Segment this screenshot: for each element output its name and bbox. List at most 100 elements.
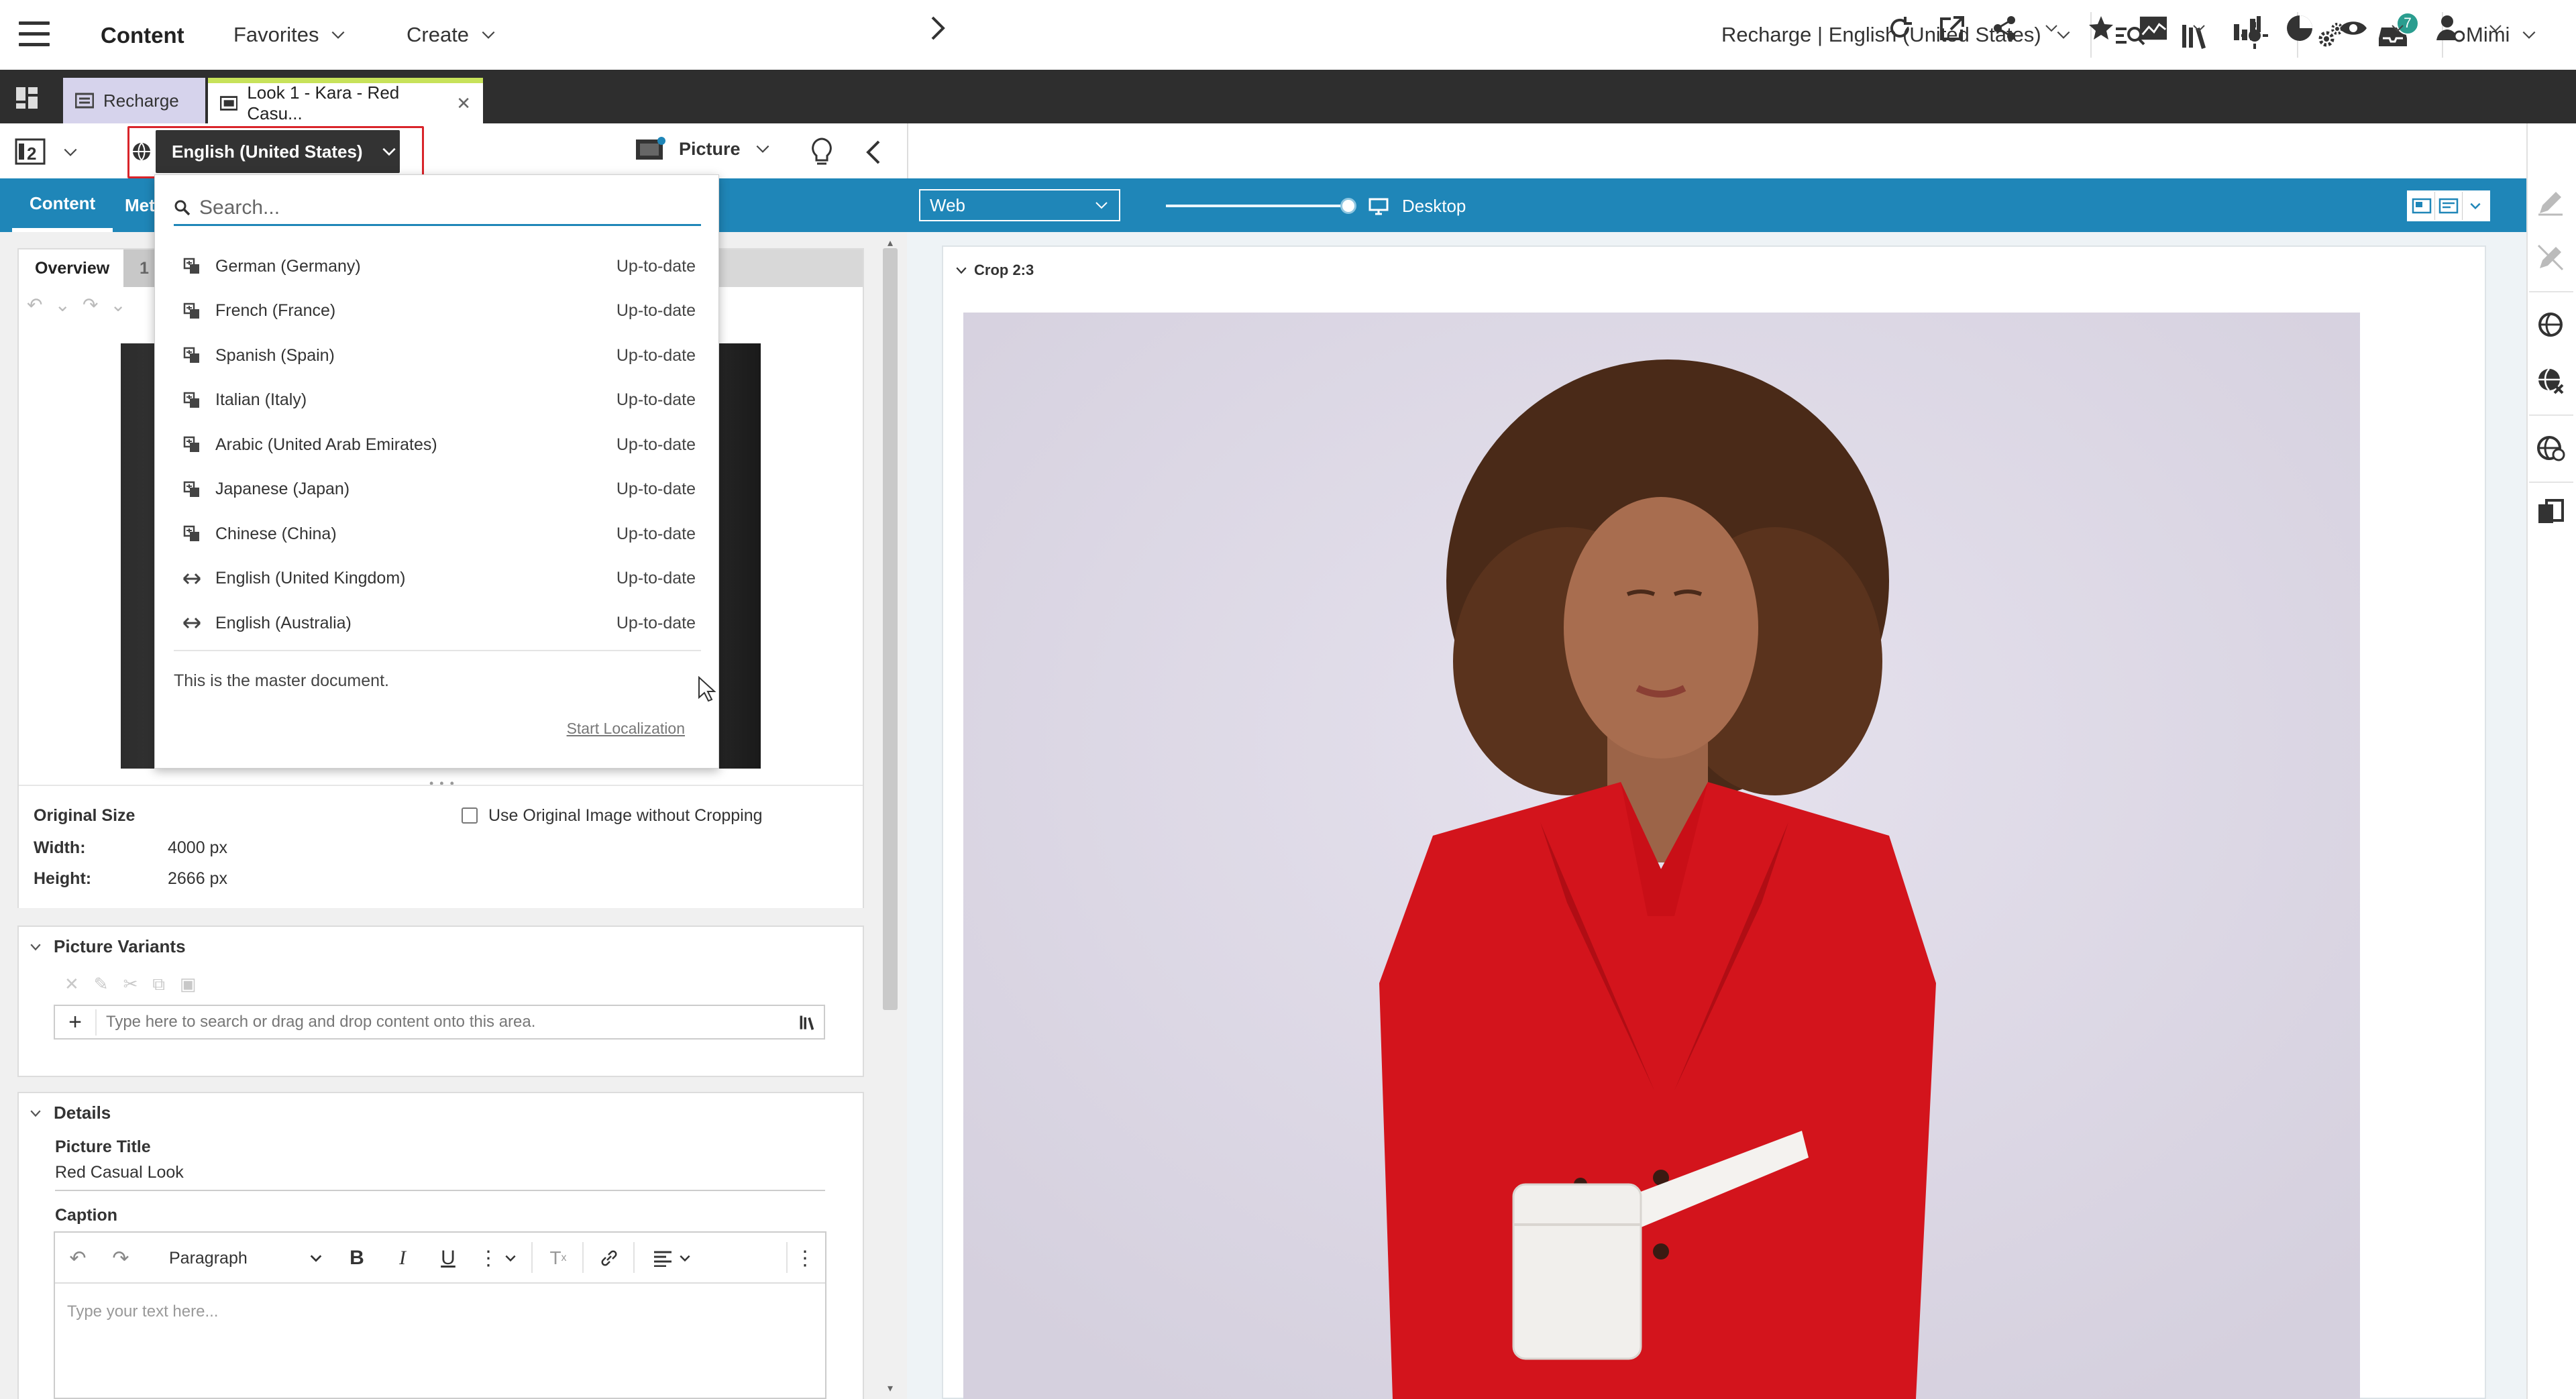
locale-item-label: French (France) <box>215 301 336 320</box>
undo-icon[interactable]: ↶ <box>27 294 42 316</box>
section-title: Details <box>54 1103 111 1123</box>
expand-right-icon[interactable] <box>923 13 953 43</box>
zoom-slider-handle[interactable] <box>1340 198 1356 214</box>
locale-dropdown: Search... German (Germany) Up-to-date Fren… <box>154 174 719 769</box>
use-original-checkbox[interactable] <box>462 807 478 824</box>
locale-item[interactable]: French (France) Up-to-date <box>182 290 696 333</box>
remove-format-icon[interactable]: Tx <box>543 1243 573 1273</box>
start-localization-link[interactable]: Start Localization <box>567 720 685 738</box>
tab-content[interactable]: Content <box>12 178 113 232</box>
caption-placeholder[interactable]: Type your text here... <box>67 1302 218 1321</box>
locale-item[interactable]: English (United Kingdom) Up-to-date <box>182 557 696 600</box>
locale-search-input[interactable]: Search... <box>174 191 701 226</box>
close-tab-icon[interactable]: ✕ <box>456 93 471 114</box>
chevron-down-icon <box>680 1255 690 1262</box>
chevron-down-icon <box>756 145 769 153</box>
derive-icon <box>182 616 202 630</box>
section-title: Picture Variants <box>54 936 186 956</box>
create-menu[interactable]: Create <box>407 23 497 47</box>
chevron-down-icon[interactable] <box>2037 13 2066 43</box>
paste-icon[interactable]: ▣ <box>180 974 197 995</box>
favorites-menu[interactable]: Favorites <box>233 23 347 47</box>
caption-label: Caption <box>55 1206 118 1225</box>
chevron-down-icon[interactable] <box>2481 13 2510 43</box>
locale-switcher-button[interactable]: English (United States) <box>156 130 400 173</box>
underline-icon[interactable]: U <box>435 1243 462 1273</box>
tab-overview[interactable]: Overview <box>19 249 123 287</box>
bar-chart-icon[interactable] <box>2233 13 2262 43</box>
chevron-down-icon[interactable]: ⌄ <box>110 294 125 316</box>
locale-item[interactable]: Arabic (United Arab Emirates) Up-to-date <box>182 423 696 466</box>
search-icon <box>174 200 191 215</box>
localization-workflow-icon[interactable] <box>2532 429 2569 467</box>
star-icon[interactable] <box>2086 13 2116 43</box>
edit-off-icon[interactable] <box>2532 239 2569 276</box>
create-label: Create <box>407 23 470 46</box>
reload-icon[interactable] <box>1885 13 1915 43</box>
localization-sync-icon[interactable] <box>2532 306 2569 343</box>
copy-icon[interactable]: ⧉ <box>152 974 165 995</box>
library-icon[interactable] <box>789 1013 824 1031</box>
locale-item[interactable]: German (Germany) Up-to-date <box>182 245 696 288</box>
eye-icon[interactable] <box>2339 13 2368 43</box>
picture-title-field[interactable]: Red Casual Look <box>55 1163 825 1191</box>
chevron-down-icon[interactable] <box>500 1243 521 1273</box>
main-menu-icon[interactable] <box>19 21 51 48</box>
plus-icon[interactable]: + <box>55 1009 97 1036</box>
align-select[interactable] <box>645 1243 699 1273</box>
more-formatting-icon[interactable]: ⋮ <box>478 1243 498 1273</box>
locale-item-status: Up-to-date <box>616 435 696 454</box>
redo-icon[interactable]: ↷ <box>83 294 98 316</box>
pie-chart-icon[interactable] <box>2285 13 2314 43</box>
undo-icon[interactable]: ↶ <box>66 1243 90 1273</box>
italic-icon[interactable]: I <box>389 1243 416 1273</box>
user-preview-icon[interactable] <box>2435 13 2465 43</box>
view-mode-icon[interactable]: 2 <box>13 137 47 166</box>
bold-icon[interactable]: B <box>343 1243 370 1273</box>
translation-export-icon[interactable] <box>2532 494 2569 531</box>
chevron-down-icon[interactable] <box>2463 192 2489 220</box>
channel-select[interactable]: Web <box>919 189 1120 221</box>
link-icon[interactable] <box>594 1243 624 1273</box>
details-header[interactable]: Details <box>30 1103 111 1123</box>
chevron-down-icon[interactable] <box>59 141 82 164</box>
localization-remove-icon[interactable] <box>2532 362 2569 400</box>
chevron-down-icon[interactable]: ⌄ <box>54 294 70 316</box>
toolbar-separator <box>633 1242 635 1273</box>
edit-icon[interactable]: ✎ <box>94 974 109 995</box>
open-external-icon[interactable] <box>1937 13 1967 43</box>
scroll-down-icon[interactable]: ▾ <box>883 1382 898 1395</box>
redo-icon[interactable]: ↷ <box>109 1243 133 1273</box>
doc-type-selector[interactable]: Picture <box>635 137 771 161</box>
picture-variants-header[interactable]: Picture Variants <box>30 936 186 957</box>
lightbulb-icon[interactable] <box>805 135 839 169</box>
locale-item[interactable]: Spanish (Spain) Up-to-date <box>182 334 696 377</box>
variants-drop-field[interactable]: + Type here to search or drag and drop c… <box>54 1005 825 1040</box>
scroll-up-icon[interactable]: ▴ <box>883 236 898 249</box>
paragraph-style-select[interactable]: Paragraph <box>162 1243 330 1273</box>
collapse-left-icon[interactable] <box>859 135 888 169</box>
chevron-down-icon <box>2522 31 2536 39</box>
crop-heading[interactable]: Crop 2:3 <box>955 262 1034 279</box>
layout-view-icon[interactable] <box>2408 192 2436 220</box>
edit-disabled-icon[interactable] <box>2532 184 2569 221</box>
device-view-icon[interactable] <box>2435 192 2463 220</box>
more-options-icon[interactable]: ⋮ <box>792 1243 818 1273</box>
share-icon[interactable] <box>1990 13 2019 43</box>
dashboard-icon[interactable] <box>15 86 39 110</box>
locale-item[interactable]: Italian (Italy) Up-to-date <box>182 379 696 422</box>
analytics-icon[interactable] <box>2139 13 2168 43</box>
remove-icon[interactable]: ✕ <box>64 974 79 995</box>
height-label: Height: <box>34 869 92 888</box>
chevron-down-icon[interactable] <box>2184 13 2214 43</box>
scrollbar-thumb[interactable] <box>883 248 898 1010</box>
tab-look-1[interactable]: Look 1 - Kara - Red Casu... ✕ <box>208 78 483 123</box>
chevron-down-icon <box>482 31 495 39</box>
locale-item[interactable]: English (Australia) Up-to-date <box>182 602 696 645</box>
locale-item[interactable]: Chinese (China) Up-to-date <box>182 512 696 555</box>
cut-icon[interactable]: ✂ <box>123 974 138 995</box>
tab-recharge[interactable]: Recharge <box>63 78 205 123</box>
chevron-down-icon[interactable] <box>2383 13 2412 43</box>
device-indicator: Desktop <box>1368 196 1466 217</box>
locale-item[interactable]: Japanese (Japan) Up-to-date <box>182 468 696 511</box>
